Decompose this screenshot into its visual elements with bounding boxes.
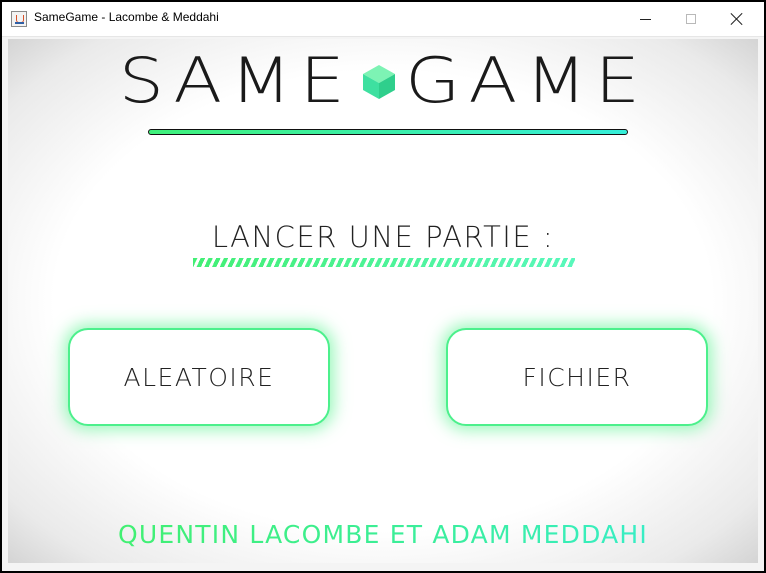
maximize-button[interactable] — [668, 2, 714, 36]
section-title-underline — [193, 258, 575, 267]
app-window: SameGame - Lacombe & Meddahi SAME GAME L… — [2, 2, 764, 571]
minimize-icon — [639, 19, 651, 20]
main-panel: SAME GAME LANCER UNE PARTIE : ALEATOIRE … — [8, 39, 758, 563]
close-button[interactable] — [714, 2, 760, 36]
cube-icon — [363, 65, 396, 99]
title-bar[interactable]: SameGame - Lacombe & Meddahi — [2, 2, 764, 37]
logo-underline-bar — [148, 129, 628, 135]
credits-text: QUENTIN LACOMBE ET ADAM MEDDAHI — [8, 520, 758, 549]
random-game-button[interactable]: ALEATOIRE — [68, 328, 330, 426]
maximize-icon — [686, 14, 696, 24]
window-title: SameGame - Lacombe & Meddahi — [34, 10, 219, 24]
close-icon — [730, 12, 744, 26]
java-app-icon[interactable] — [11, 11, 27, 27]
minimize-button[interactable] — [622, 2, 668, 36]
file-game-button[interactable]: FICHIER — [446, 328, 708, 426]
game-logo: SAME GAME — [8, 43, 758, 119]
logo-word-same: SAME — [118, 44, 353, 117]
logo-word-game: GAME — [405, 44, 649, 117]
section-title: LANCER UNE PARTIE : — [211, 220, 555, 254]
